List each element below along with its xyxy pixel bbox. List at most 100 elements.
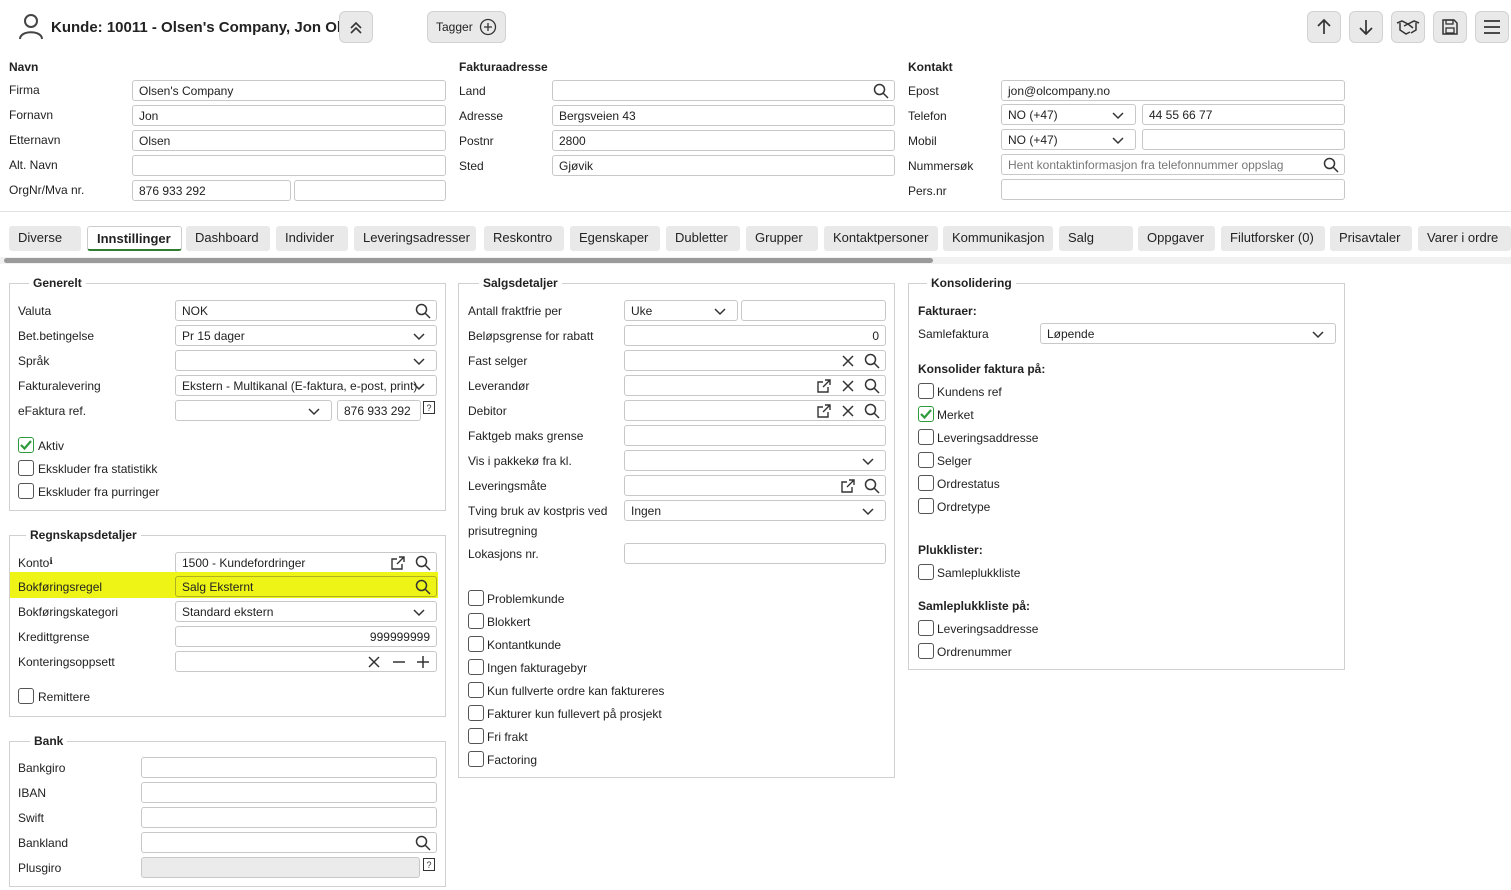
ekskl-purr-checkbox[interactable] xyxy=(18,483,34,499)
selger-checkbox[interactable] xyxy=(918,452,934,468)
plus-icon[interactable] xyxy=(415,654,431,670)
remittere-checkbox[interactable] xyxy=(18,688,34,704)
persnr-input[interactable] xyxy=(1001,179,1345,200)
mobil-country-select[interactable]: NO (+47) xyxy=(1001,129,1136,150)
minus-icon[interactable] xyxy=(391,654,407,670)
close-icon[interactable] xyxy=(840,403,856,419)
telefon-country-select[interactable]: NO (+47) xyxy=(1001,104,1136,125)
search-icon[interactable] xyxy=(1323,157,1339,173)
epost-input[interactable]: jon@olcompany.no xyxy=(1001,80,1345,101)
fakturer-prosjekt-checkbox[interactable] xyxy=(468,705,484,721)
faktgeb-input[interactable] xyxy=(624,425,886,446)
search-icon[interactable] xyxy=(864,403,880,419)
tab-innstillinger[interactable]: Innstillinger xyxy=(87,226,182,251)
sprak-select[interactable] xyxy=(175,350,437,371)
search-icon[interactable] xyxy=(873,83,889,99)
previous-button[interactable] xyxy=(1307,11,1341,43)
valuta-input[interactable]: NOK xyxy=(175,300,437,321)
next-button[interactable] xyxy=(1349,11,1383,43)
collapse-button[interactable] xyxy=(339,11,373,43)
search-icon[interactable] xyxy=(415,835,431,851)
info-icon[interactable]: ℹ xyxy=(49,556,52,566)
plusgiro-input[interactable] xyxy=(141,857,420,878)
fri-frakt-checkbox[interactable] xyxy=(468,728,484,744)
factoring-checkbox[interactable] xyxy=(468,751,484,767)
tab-scrollbar[interactable] xyxy=(4,258,933,263)
ordrestatus-checkbox[interactable] xyxy=(918,475,934,491)
kun-fullverte-checkbox[interactable] xyxy=(468,682,484,698)
tab-egenskaper[interactable]: Egenskaper xyxy=(570,226,660,251)
telefon-input[interactable]: 44 55 66 77 xyxy=(1142,104,1345,125)
fraktfrie-input[interactable] xyxy=(741,300,886,321)
kundens-ref-checkbox[interactable] xyxy=(918,383,934,399)
tab-filutforsker[interactable]: Filutforsker (0) xyxy=(1221,226,1325,251)
samleplukkliste-checkbox[interactable] xyxy=(918,564,934,580)
levmate-input[interactable] xyxy=(624,475,886,496)
orgnr-input[interactable]: 876 933 292 xyxy=(132,180,291,201)
selger-input[interactable] xyxy=(624,350,886,371)
close-icon[interactable] xyxy=(840,353,856,369)
pakkeko-select[interactable] xyxy=(624,450,886,471)
iban-input[interactable] xyxy=(141,782,437,803)
tab-dubletter[interactable]: Dubletter xyxy=(666,226,740,251)
postnr-input[interactable]: 2800 xyxy=(552,130,895,151)
samleplukk-leveringsaddresse-checkbox[interactable] xyxy=(918,620,934,636)
fakturalevering-select[interactable]: Ekstern - Multikanal (E-faktura, e-post,… xyxy=(175,375,437,396)
bokregel-input[interactable]: Salg Eksternt xyxy=(175,576,437,597)
tab-prisavtaler[interactable]: Prisavtaler xyxy=(1330,226,1412,251)
efaktura-select[interactable] xyxy=(175,400,332,421)
efaktura-nr-input[interactable]: 876 933 292 xyxy=(337,400,421,421)
tab-salg[interactable]: Salg xyxy=(1059,226,1133,251)
bankland-input[interactable] xyxy=(141,832,437,853)
swift-input[interactable] xyxy=(141,807,437,828)
adresse-input[interactable]: Bergsveien 43 xyxy=(552,105,895,126)
tab-individer[interactable]: Individer xyxy=(276,226,348,251)
tab-oppgaver[interactable]: Oppgaver xyxy=(1138,226,1215,251)
orgnr-extra-input[interactable] xyxy=(294,180,446,201)
fornavn-input[interactable]: Jon xyxy=(132,105,446,126)
search-icon[interactable] xyxy=(415,555,431,571)
kontantkunde-checkbox[interactable] xyxy=(468,636,484,652)
close-icon[interactable] xyxy=(366,654,382,670)
bet-select[interactable]: Pr 15 dager xyxy=(175,325,437,346)
belop-input[interactable]: 0 xyxy=(624,325,886,346)
mobil-input[interactable] xyxy=(1142,129,1345,150)
search-icon[interactable] xyxy=(415,303,431,319)
external-link-icon[interactable] xyxy=(390,555,406,571)
sted-input[interactable]: Gjøvik xyxy=(552,155,895,176)
tab-reskontro[interactable]: Reskontro xyxy=(484,226,564,251)
tab-dashboard[interactable]: Dashboard xyxy=(186,226,270,251)
kontering-input[interactable] xyxy=(175,651,437,672)
kreditt-input[interactable]: 999999999 xyxy=(175,626,437,647)
search-icon[interactable] xyxy=(864,478,880,494)
search-icon[interactable] xyxy=(864,378,880,394)
tab-diverse[interactable]: Diverse xyxy=(9,226,81,251)
tab-varer-i-ordre[interactable]: Varer i ordre xyxy=(1418,226,1511,251)
tab-leveringsadresser[interactable]: Leveringsadresser xyxy=(354,226,476,251)
tags-button[interactable]: Tagger xyxy=(427,11,506,43)
tab-grupper[interactable]: Grupper xyxy=(746,226,818,251)
samlefaktura-select[interactable]: Løpende xyxy=(1040,323,1336,344)
problemkunde-checkbox[interactable] xyxy=(468,590,484,606)
search-icon[interactable] xyxy=(864,353,880,369)
save-button[interactable] xyxy=(1433,11,1467,43)
external-link-icon[interactable] xyxy=(816,403,832,419)
aktiv-checkbox[interactable] xyxy=(18,437,34,453)
fraktfrie-select[interactable]: Uke xyxy=(624,300,738,321)
etternavn-input[interactable]: Olsen xyxy=(132,130,446,151)
altnavn-input[interactable] xyxy=(132,155,446,176)
search-icon[interactable] xyxy=(415,579,431,595)
close-icon[interactable] xyxy=(840,378,856,394)
leverandor-input[interactable] xyxy=(624,375,886,396)
tving-select[interactable]: Ingen xyxy=(624,500,886,521)
help-icon[interactable]: ? xyxy=(423,401,435,414)
ordrenummer-checkbox[interactable] xyxy=(918,643,934,659)
handshake-button[interactable] xyxy=(1391,11,1425,43)
nummersok-input[interactable]: Hent kontaktinformasjon fra telefonnumme… xyxy=(1001,154,1345,175)
debitor-input[interactable] xyxy=(624,400,886,421)
tab-kommunikasjon[interactable]: Kommunikasjon xyxy=(943,226,1053,251)
external-link-icon[interactable] xyxy=(840,478,856,494)
firma-input[interactable]: Olsen's Company xyxy=(132,80,446,101)
external-link-icon[interactable] xyxy=(816,378,832,394)
menu-button[interactable] xyxy=(1475,11,1509,43)
